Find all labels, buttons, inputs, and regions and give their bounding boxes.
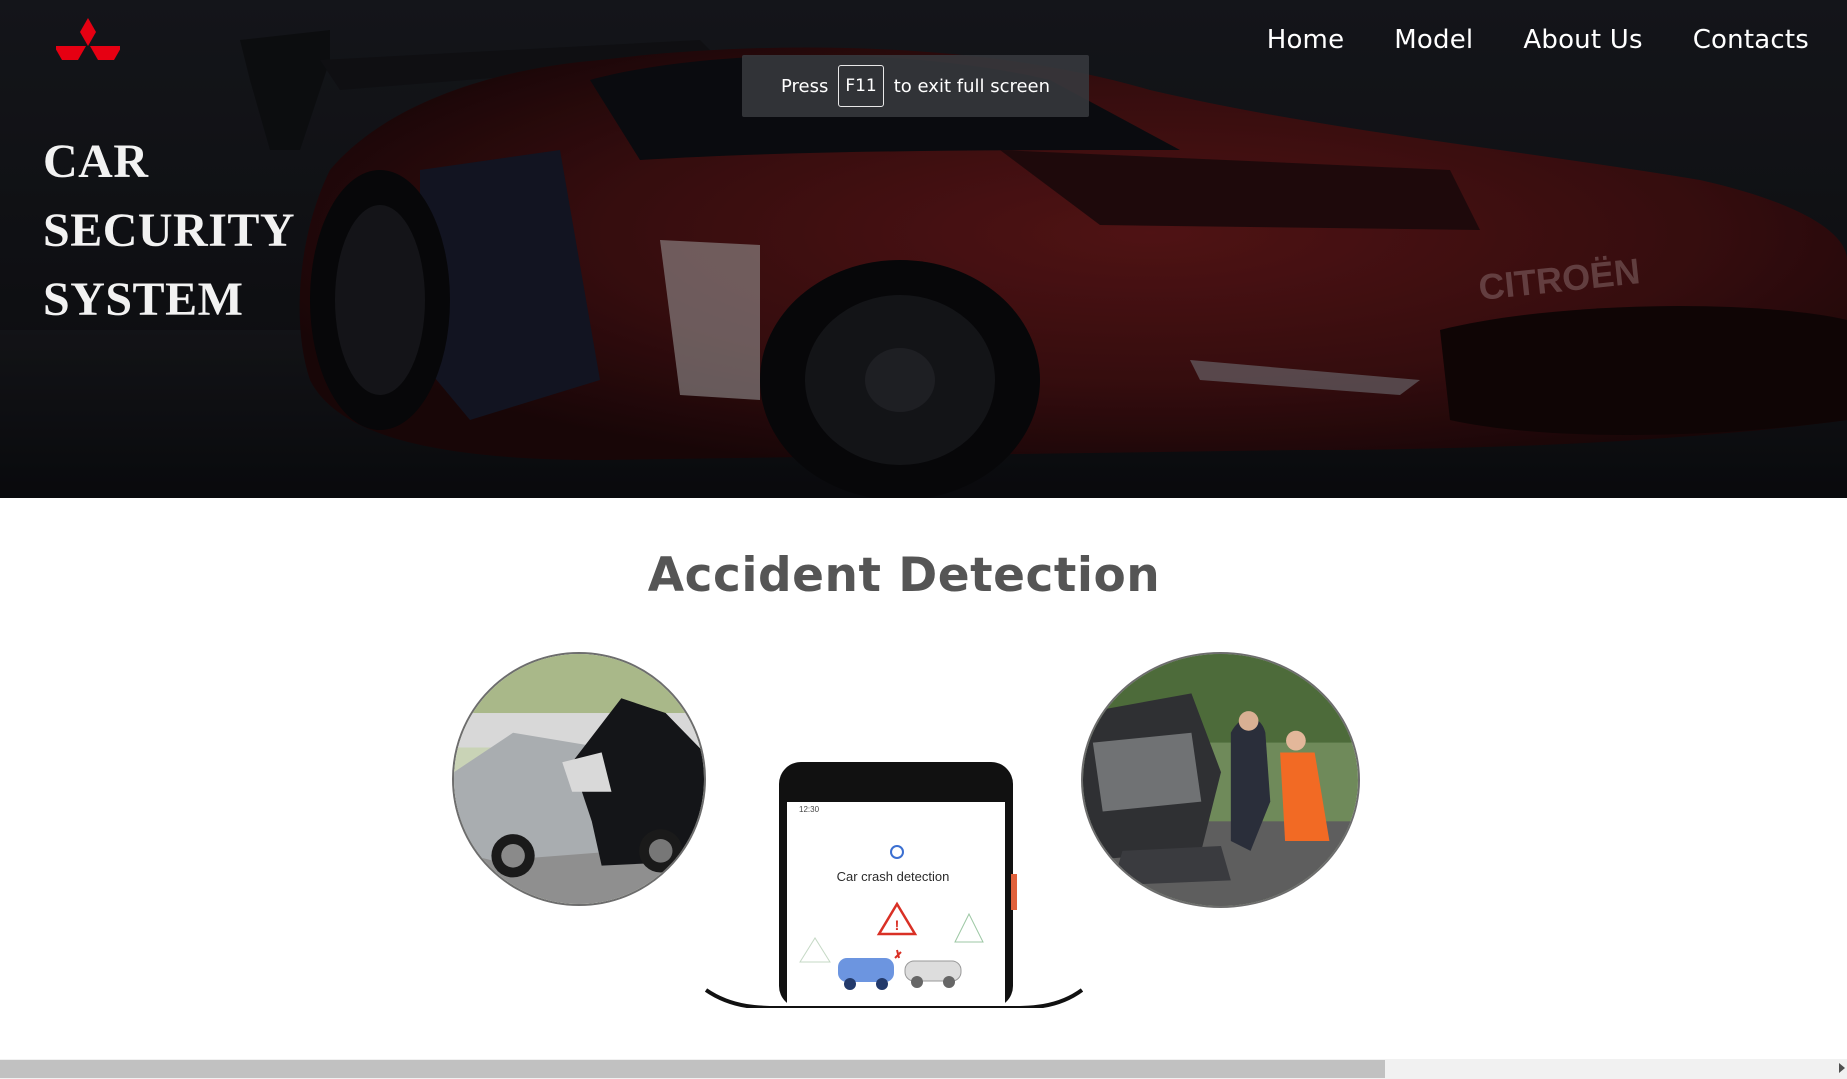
accident-inspection-photo xyxy=(1081,652,1360,908)
phone-crash-detection-illustration: ! xyxy=(705,762,1083,1008)
section-title: Accident Detection xyxy=(647,548,1161,603)
nav-model-link[interactable]: Model xyxy=(1369,22,1498,58)
nav-about-us-link[interactable]: About Us xyxy=(1498,22,1667,58)
f11-key-badge: F11 xyxy=(838,65,884,107)
hero-title-line: CAR xyxy=(43,135,149,188)
main-nav: Home Model About Us Contacts xyxy=(1242,22,1809,58)
crashed-cars-photo xyxy=(452,652,706,906)
fullscreen-notice-suffix: to exit full screen xyxy=(893,75,1051,97)
hero-title-line: SYSTEM xyxy=(43,273,244,326)
scroll-right-arrow-icon[interactable] xyxy=(1839,1063,1845,1073)
hero-banner: CITROËN Home Model About Us Contacts CAR… xyxy=(0,0,1847,498)
svg-text:!: ! xyxy=(895,917,900,933)
horizontal-scrollbar-thumb[interactable] xyxy=(0,1060,1385,1078)
nav-home-link[interactable]: Home xyxy=(1242,22,1370,58)
phone-caption: Car crash detection xyxy=(836,869,950,884)
horizontal-scrollbar[interactable] xyxy=(0,1059,1847,1079)
fullscreen-notice: Press F11 to exit full screen xyxy=(742,55,1089,117)
nav-contacts-link[interactable]: Contacts xyxy=(1668,22,1809,58)
fullscreen-notice-prefix: Press xyxy=(780,75,829,97)
phone-status-time: 12:30 xyxy=(799,805,820,814)
hero-title-line: SECURITY xyxy=(43,204,296,257)
hero-title: CAR SECURITY SYSTEM xyxy=(43,127,363,334)
three-diamonds-logo-icon[interactable] xyxy=(56,16,120,72)
